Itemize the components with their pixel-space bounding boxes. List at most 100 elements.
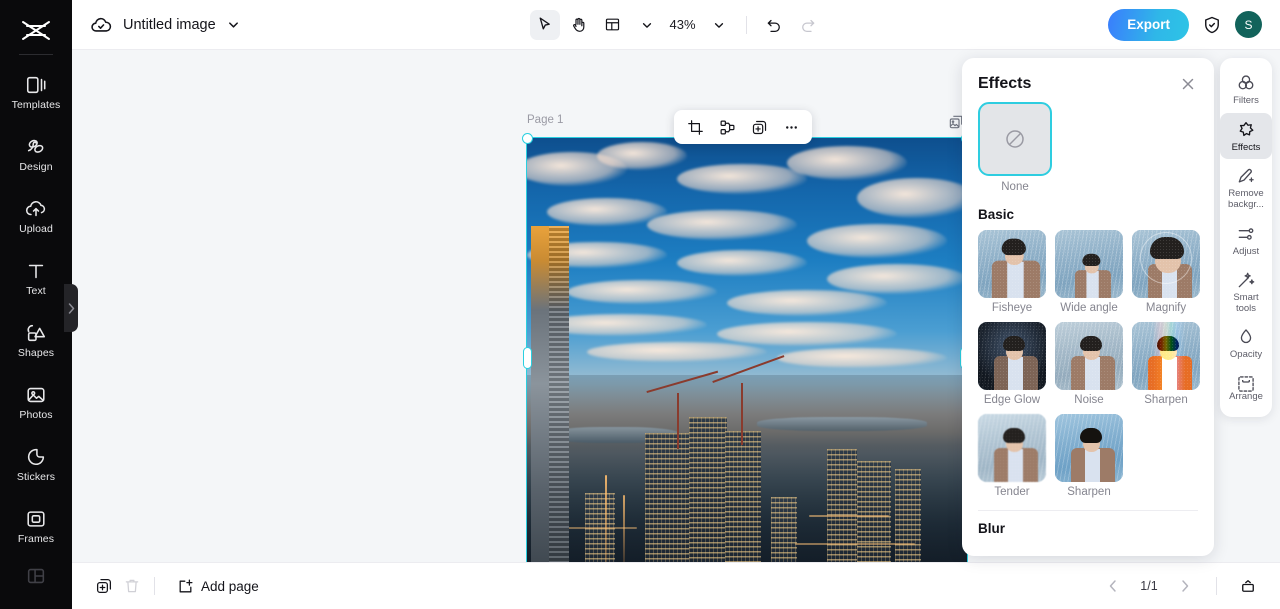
text-icon bbox=[25, 260, 47, 282]
tool-label-arrange: Arrange bbox=[1222, 392, 1270, 403]
cityscape bbox=[527, 375, 967, 562]
next-page-button[interactable] bbox=[1171, 572, 1199, 600]
shield-check-icon[interactable] bbox=[1202, 15, 1222, 35]
selected-image-object[interactable] bbox=[527, 138, 967, 562]
duplicate-page-button[interactable] bbox=[90, 572, 118, 600]
effect-sharpen-rgb[interactable]: Sharpen bbox=[1132, 322, 1200, 406]
section-divider bbox=[978, 510, 1198, 511]
tool-remove-background[interactable]: Remove backgr... bbox=[1220, 159, 1272, 216]
stickers-icon bbox=[25, 446, 47, 468]
smart-tools-icon bbox=[1236, 270, 1256, 290]
add-page-label: Add page bbox=[201, 579, 259, 594]
design-icon bbox=[25, 136, 47, 158]
effect-edge-glow[interactable]: Edge Glow bbox=[978, 322, 1046, 406]
top-toolbar: Untitled image bbox=[72, 0, 1280, 50]
duplicate-button[interactable] bbox=[744, 113, 774, 141]
panel-toggle-button[interactable] bbox=[1234, 572, 1262, 600]
tool-label-effects: Effects bbox=[1222, 143, 1270, 154]
sidebar-item-layout[interactable] bbox=[0, 557, 72, 597]
document-title[interactable]: Untitled image bbox=[123, 17, 216, 33]
layout-icon bbox=[25, 565, 47, 587]
zoom-level[interactable]: 43% bbox=[666, 17, 700, 32]
avatar[interactable]: S bbox=[1235, 11, 1262, 38]
effect-label: Wide angle bbox=[1055, 302, 1123, 314]
chevron-down-icon[interactable] bbox=[227, 18, 240, 31]
effect-fisheye[interactable]: Fisheye bbox=[978, 230, 1046, 314]
select-tool-button[interactable] bbox=[530, 10, 560, 40]
effect-label: Tender bbox=[978, 486, 1046, 498]
tool-smart-tools[interactable]: Smart tools bbox=[1220, 263, 1272, 320]
replace-button[interactable] bbox=[712, 113, 742, 141]
rail-divider bbox=[19, 54, 53, 55]
sidebar-item-stickers[interactable]: Stickers bbox=[0, 433, 72, 495]
export-button[interactable]: Export bbox=[1108, 9, 1189, 41]
resize-handle-top-left[interactable] bbox=[522, 133, 533, 144]
undo-button[interactable] bbox=[759, 10, 789, 40]
tool-opacity[interactable]: Opacity bbox=[1220, 320, 1272, 367]
sidebar-label-shapes: Shapes bbox=[18, 347, 54, 359]
effect-noise[interactable]: Noise bbox=[1055, 322, 1123, 406]
resize-handle-left[interactable] bbox=[523, 347, 532, 369]
cloud-saved-icon[interactable] bbox=[90, 14, 112, 36]
effect-label: Magnify bbox=[1132, 302, 1200, 314]
left-sidebar: Templates Design Upload bbox=[0, 0, 72, 609]
add-page-icon bbox=[177, 578, 194, 595]
sidebar-item-text[interactable]: Text bbox=[0, 247, 72, 309]
sidebar-item-shapes[interactable]: Shapes bbox=[0, 309, 72, 371]
remove-background-icon bbox=[1236, 166, 1256, 186]
object-floating-toolbar bbox=[674, 110, 812, 144]
delete-page-button[interactable] bbox=[118, 572, 146, 600]
tool-adjust[interactable]: Adjust bbox=[1220, 217, 1272, 264]
prev-page-button[interactable] bbox=[1099, 572, 1127, 600]
tool-label-smart-tools: Smart tools bbox=[1222, 293, 1270, 314]
zoom-caret[interactable] bbox=[704, 10, 734, 40]
foreground-tower bbox=[531, 226, 569, 562]
canvas-tools: 43% bbox=[72, 10, 1280, 40]
tool-arrange[interactable]: Arrange bbox=[1220, 367, 1272, 409]
effect-sharpen[interactable]: Sharpen bbox=[1055, 414, 1123, 498]
sidebar-item-design[interactable]: Design bbox=[0, 123, 72, 185]
page-layout-button[interactable] bbox=[598, 10, 628, 40]
sidebar-item-photos[interactable]: Photos bbox=[0, 371, 72, 433]
page-label: Page 1 bbox=[527, 114, 563, 126]
crop-button[interactable] bbox=[680, 113, 710, 141]
redo-button[interactable] bbox=[793, 10, 823, 40]
sidebar-item-upload[interactable]: Upload bbox=[0, 185, 72, 247]
sidebar-label-frames: Frames bbox=[18, 533, 54, 545]
effect-thumb bbox=[1132, 230, 1200, 298]
sidebar-collapse-handle[interactable] bbox=[64, 284, 78, 332]
effect-thumb bbox=[978, 230, 1046, 298]
close-icon[interactable] bbox=[1178, 74, 1198, 94]
section-title-blur: Blur bbox=[978, 521, 1198, 536]
page-count: 1/1 bbox=[1136, 579, 1162, 593]
toolbar-divider bbox=[746, 16, 747, 34]
right-tool-rail: Filters Effects Remove backgr... bbox=[1220, 58, 1272, 417]
sidebar-label-templates: Templates bbox=[12, 99, 61, 111]
effects-panel-title: Effects bbox=[978, 75, 1031, 93]
sidebar-item-frames[interactable]: Frames bbox=[0, 495, 72, 557]
effect-thumb bbox=[1055, 414, 1123, 482]
effects-grid-basic: Fisheye Wide angle Magnify bbox=[978, 230, 1198, 498]
tool-effects[interactable]: Effects bbox=[1220, 113, 1272, 160]
no-effect-icon bbox=[1003, 127, 1027, 151]
bottom-divider bbox=[154, 577, 155, 595]
tool-filters[interactable]: Filters bbox=[1220, 66, 1272, 113]
sidebar-item-templates[interactable]: Templates bbox=[0, 61, 72, 123]
tool-label-remove-background: Remove backgr... bbox=[1222, 189, 1270, 210]
hand-tool-button[interactable] bbox=[564, 10, 594, 40]
arrange-icon bbox=[1236, 374, 1256, 389]
sidebar-label-upload: Upload bbox=[19, 223, 53, 235]
add-page-button[interactable]: Add page bbox=[177, 578, 259, 595]
effect-label: Edge Glow bbox=[978, 394, 1046, 406]
effect-magnify[interactable]: Magnify bbox=[1132, 230, 1200, 314]
capcut-logo[interactable] bbox=[19, 10, 53, 52]
effect-wide-angle[interactable]: Wide angle bbox=[1055, 230, 1123, 314]
effect-tender[interactable]: Tender bbox=[978, 414, 1046, 498]
effect-none[interactable]: None bbox=[978, 102, 1198, 193]
effects-panel-header: Effects bbox=[962, 58, 1214, 102]
page-layout-caret[interactable] bbox=[632, 10, 662, 40]
filters-icon bbox=[1236, 73, 1256, 93]
adjust-sliders-icon bbox=[1236, 224, 1256, 244]
effects-panel-body[interactable]: None Basic Fisheye Wide angle bbox=[962, 102, 1214, 556]
more-button[interactable] bbox=[776, 113, 806, 141]
